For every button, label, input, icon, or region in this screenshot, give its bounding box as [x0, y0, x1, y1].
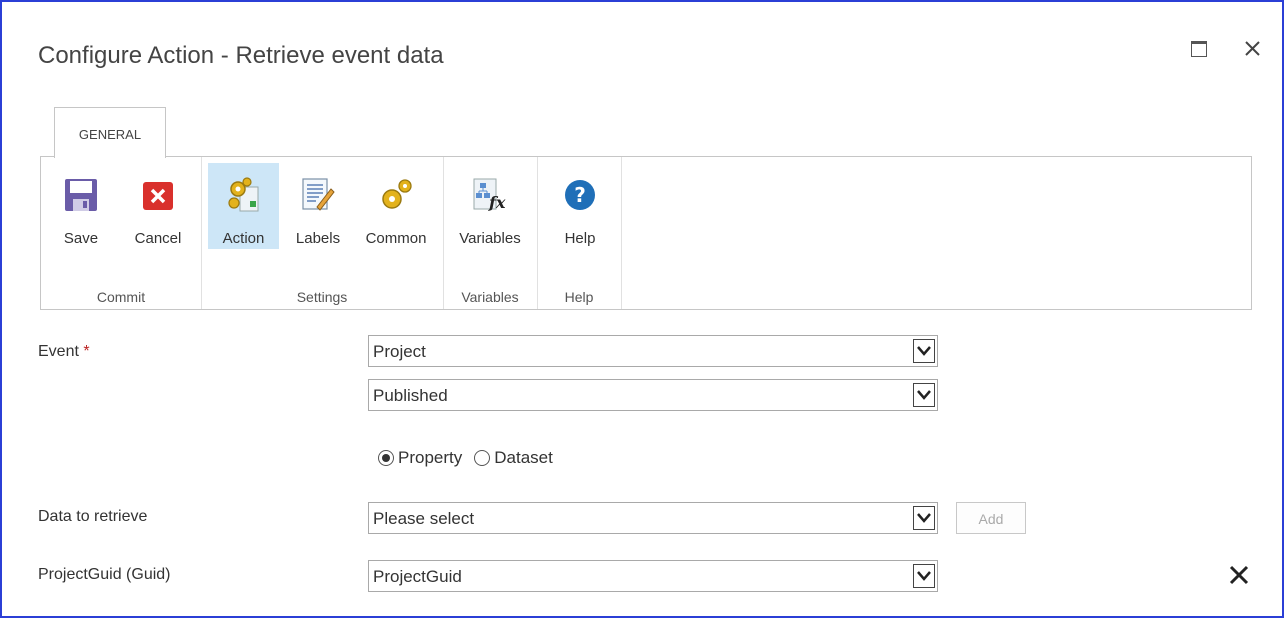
- action-gears-icon: [227, 177, 258, 212]
- dialog-title: Configure Action - Retrieve event data: [38, 42, 444, 69]
- ribbon-group-settings: Action Labels Common Settings: [201, 157, 444, 309]
- close-icon[interactable]: [1238, 34, 1268, 64]
- group-label-help: Help: [564, 289, 594, 305]
- chevron-down-icon[interactable]: [913, 339, 935, 363]
- event-label-text: Event: [38, 343, 79, 360]
- add-button[interactable]: Add: [956, 502, 1026, 534]
- projectguid-row-label: ProjectGuid (Guid): [38, 566, 171, 583]
- data-to-retrieve-select[interactable]: Please select: [368, 502, 938, 534]
- event-entity-value: Project: [373, 342, 426, 361]
- group-label-variables: Variables: [461, 289, 519, 305]
- event-entity-select[interactable]: Project: [368, 335, 938, 367]
- save-button[interactable]: Save: [49, 163, 113, 249]
- variables-fx-icon: fx: [473, 178, 506, 212]
- group-label-commit: Commit: [96, 289, 146, 305]
- chevron-down-icon[interactable]: [913, 383, 935, 407]
- event-type-value: Published: [373, 386, 448, 405]
- labels-label: Labels: [295, 230, 341, 247]
- common-label: Common: [365, 230, 427, 247]
- ribbon-group-commit: Save Cancel Commit: [41, 157, 202, 309]
- tab-general-label: GENERAL: [78, 127, 142, 142]
- help-label: Help: [564, 230, 596, 247]
- ribbon-group-variables: fx Variables Variables: [443, 157, 538, 309]
- event-field-label: Event *: [38, 343, 90, 361]
- svg-text:?: ?: [574, 183, 586, 207]
- projectguid-select[interactable]: ProjectGuid: [368, 560, 938, 592]
- ribbon-group-help: ? Help Help: [537, 157, 622, 309]
- labels-button[interactable]: Labels: [285, 163, 351, 249]
- action-button[interactable]: Action: [208, 163, 279, 249]
- event-type-select[interactable]: Published: [368, 379, 938, 411]
- svg-text:fx: fx: [488, 193, 506, 212]
- cancel-icon: [143, 182, 173, 210]
- save-icon: [65, 179, 97, 211]
- chevron-down-icon[interactable]: [913, 564, 935, 588]
- required-marker: *: [83, 343, 90, 360]
- cancel-button[interactable]: Cancel: [123, 163, 193, 249]
- property-radio-label[interactable]: Property: [398, 448, 462, 468]
- mode-radio-group: Property Dataset: [378, 448, 553, 468]
- ribbon: Save Cancel Commit Action Labels Common …: [40, 156, 1252, 310]
- maximize-icon[interactable]: [1184, 34, 1214, 64]
- group-label-settings: Settings: [296, 289, 348, 305]
- labels-icon: [302, 178, 335, 211]
- property-radio[interactable]: [378, 450, 394, 466]
- action-label: Action: [222, 230, 265, 247]
- data-to-retrieve-label: Data to retrieve: [38, 508, 148, 525]
- dataset-radio-label[interactable]: Dataset: [494, 448, 553, 468]
- common-gears-icon: [382, 179, 412, 209]
- help-icon: ?: [565, 180, 595, 210]
- save-label: Save: [63, 230, 99, 247]
- dialog-window: Configure Action - Retrieve event data G…: [0, 0, 1284, 618]
- common-button[interactable]: Common: [355, 163, 437, 249]
- dataset-radio[interactable]: [474, 450, 491, 466]
- chevron-down-icon[interactable]: [913, 506, 935, 530]
- variables-label: Variables: [459, 230, 521, 247]
- projectguid-value: ProjectGuid: [373, 567, 462, 586]
- cancel-label: Cancel: [134, 230, 182, 247]
- tab-general[interactable]: GENERAL: [54, 107, 166, 158]
- data-to-retrieve-value: Please select: [373, 509, 475, 528]
- help-button[interactable]: ? Help: [545, 163, 615, 249]
- remove-icon[interactable]: [1226, 562, 1252, 588]
- variables-button[interactable]: fx Variables: [451, 163, 529, 249]
